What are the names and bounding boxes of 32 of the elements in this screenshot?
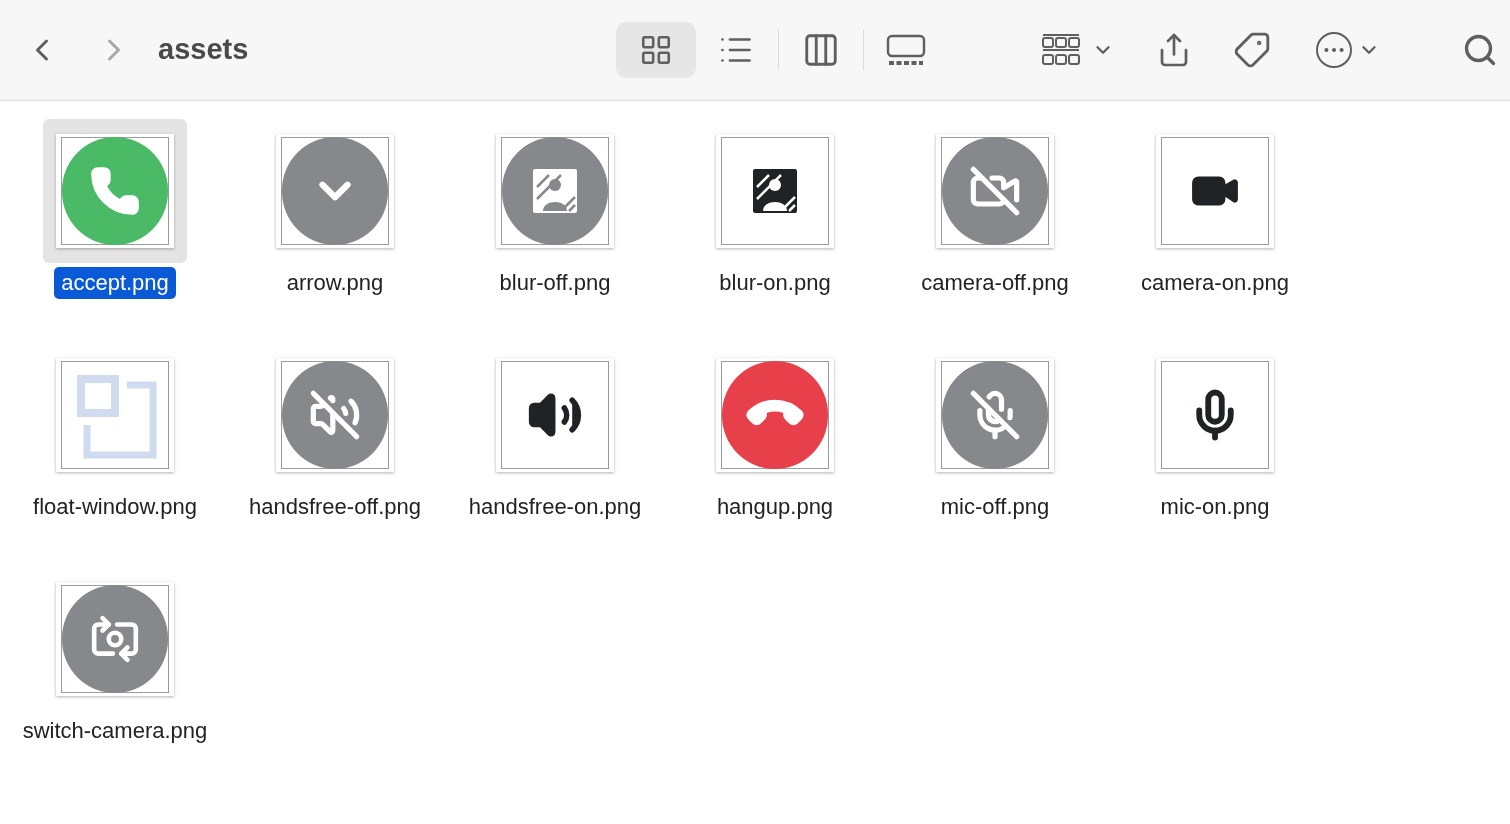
file-name[interactable]: camera-off.png bbox=[914, 267, 1076, 299]
file-thumbnail[interactable] bbox=[716, 134, 834, 248]
file-thumbnail[interactable] bbox=[1156, 134, 1274, 248]
tag-icon bbox=[1233, 31, 1272, 69]
window-title: assets bbox=[158, 32, 249, 68]
file-name[interactable]: arrow.png bbox=[279, 267, 391, 299]
file-thumbnail[interactable] bbox=[936, 134, 1054, 248]
file-thumbnail[interactable] bbox=[56, 134, 174, 248]
file-thumbnail[interactable] bbox=[56, 582, 174, 696]
file-thumbnail[interactable] bbox=[276, 134, 394, 248]
file-name[interactable]: handsfree-off.png bbox=[241, 491, 429, 523]
group-by-icon bbox=[1042, 33, 1081, 67]
file-name[interactable]: float-window.png bbox=[26, 491, 204, 523]
view-mode-button[interactable] bbox=[616, 22, 697, 78]
file-name[interactable]: handsfree-on.png bbox=[461, 491, 649, 523]
file-thumbnail[interactable] bbox=[276, 358, 394, 472]
file-name[interactable]: hangup.png bbox=[709, 491, 841, 523]
file-thumbnail[interactable] bbox=[936, 358, 1054, 472]
file-name[interactable]: blur-off.png bbox=[492, 267, 618, 299]
file-thumbnail[interactable] bbox=[1156, 358, 1274, 472]
file-name[interactable]: blur-on.png bbox=[712, 267, 838, 299]
file-thumbnail[interactable] bbox=[56, 358, 174, 472]
gallery-icon bbox=[886, 34, 927, 66]
file-name[interactable]: switch-camera.png bbox=[15, 715, 215, 747]
file-thumbnail[interactable] bbox=[496, 134, 614, 248]
file-thumbnail[interactable] bbox=[496, 358, 614, 472]
search-icon bbox=[1462, 32, 1498, 68]
file-name[interactable]: mic-off.png bbox=[933, 491, 1057, 523]
file-thumbnail[interactable] bbox=[716, 358, 834, 472]
file-name[interactable]: camera-on.png bbox=[1134, 267, 1296, 299]
file-name[interactable]: mic-on.png bbox=[1153, 491, 1277, 523]
file-name[interactable]: accept.png bbox=[54, 267, 176, 299]
